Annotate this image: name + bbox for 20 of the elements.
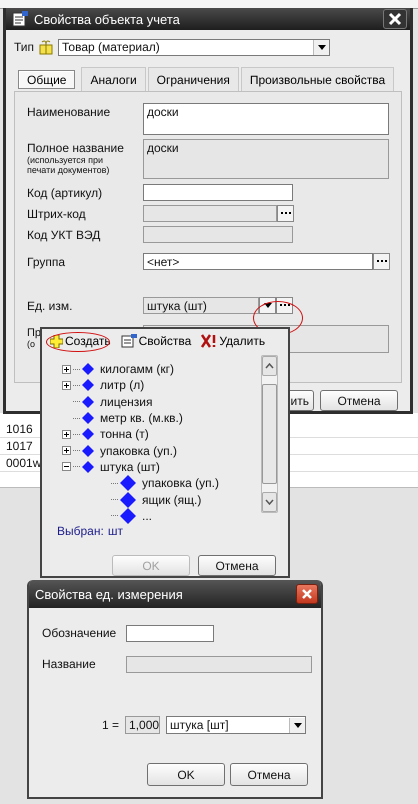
field-label: Обозначение xyxy=(42,626,118,640)
ratio-label: 1 = xyxy=(102,718,120,732)
field-label: Наименование xyxy=(27,105,110,119)
window-title: Свойства объекта учета xyxy=(34,12,181,26)
field-label: Название xyxy=(42,657,97,671)
window-title: Свойства ед. измерения xyxy=(35,586,184,602)
field-note: (используется при печати документов) xyxy=(27,155,110,175)
field-label: Код (артикул) xyxy=(27,186,102,200)
table-cell-text: 0001w xyxy=(5,456,42,470)
field-note: (о xyxy=(27,339,36,349)
field-label: Группа xyxy=(27,255,66,269)
field-label: Полное название xyxy=(27,141,124,155)
status-value: шт xyxy=(108,524,123,538)
table-cell-text: 1016 xyxy=(5,422,33,436)
type-label: Тип xyxy=(14,40,34,54)
field-label: Код УКТ ВЭД xyxy=(27,228,100,242)
table-cell-text: 1017 xyxy=(5,439,33,453)
field-label: Штрих-код xyxy=(27,207,86,221)
status-label: Выбран: xyxy=(57,524,104,538)
field-label: Ед. изм. xyxy=(27,299,72,313)
